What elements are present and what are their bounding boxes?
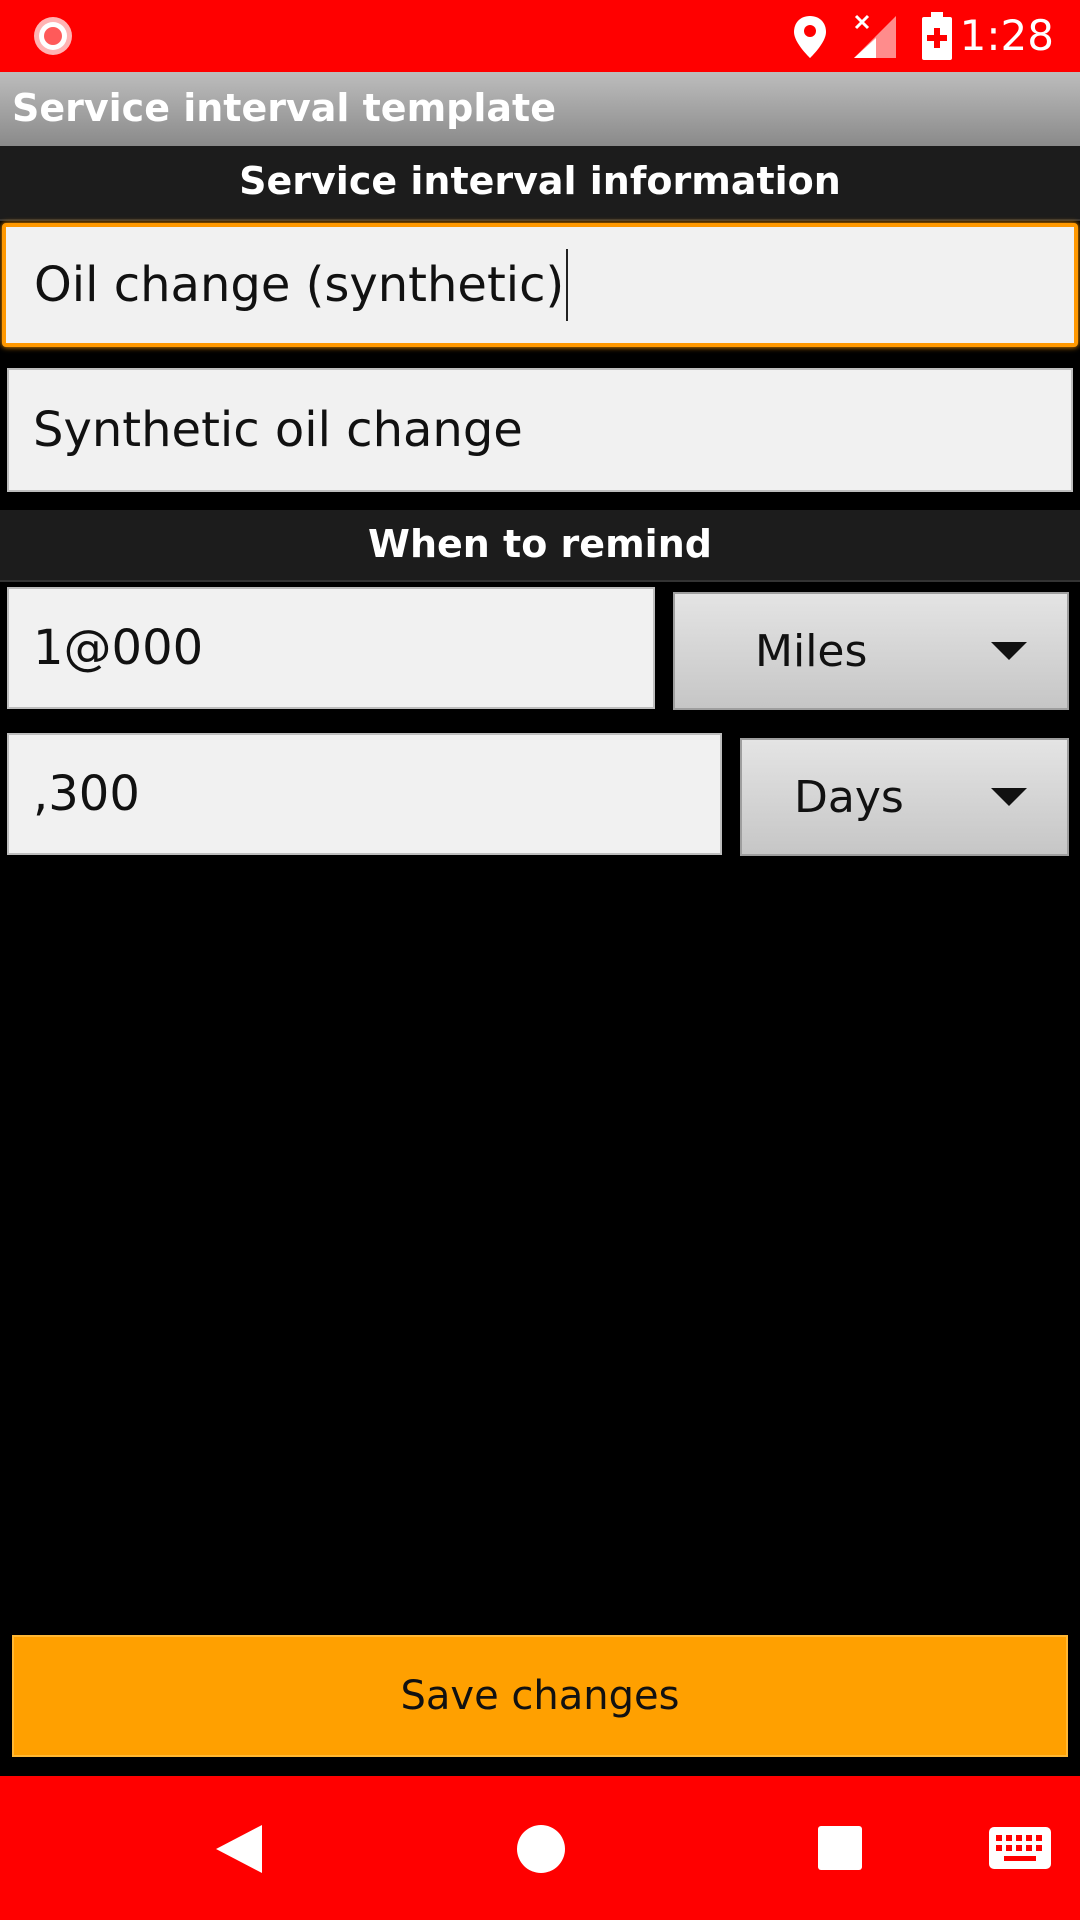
status-time: 1:28 xyxy=(959,11,1054,60)
page-title: Service interval template xyxy=(12,86,556,130)
app-title-bar: Service interval template xyxy=(0,72,1080,146)
distance-interval-value: 1@000 xyxy=(33,620,204,676)
distance-interval-input[interactable]: 1@000 xyxy=(7,587,655,709)
home-icon[interactable] xyxy=(517,1825,565,1873)
time-unit-label: Days xyxy=(794,771,904,823)
keyboard-icon[interactable] xyxy=(989,1827,1051,1869)
info-section-header: Service interval information xyxy=(0,146,1080,221)
status-bar: 1:28 xyxy=(0,0,1080,72)
battery-charging-icon xyxy=(922,12,952,60)
remind-section-title: When to remind xyxy=(368,522,712,566)
time-interval-input[interactable]: ,300 xyxy=(7,733,722,855)
chevron-down-icon xyxy=(991,642,1027,660)
save-changes-button[interactable]: Save changes xyxy=(12,1635,1068,1757)
location-icon xyxy=(794,16,826,58)
remind-section-header: When to remind xyxy=(0,510,1080,582)
signal-icon xyxy=(854,14,896,58)
text-cursor xyxy=(566,249,569,321)
record-icon xyxy=(34,17,72,55)
distance-unit-dropdown[interactable]: Miles xyxy=(673,592,1069,710)
service-name-value: Oil change (synthetic) xyxy=(34,257,565,313)
recents-icon[interactable] xyxy=(818,1826,862,1870)
distance-unit-label: Miles xyxy=(755,625,868,677)
back-icon[interactable] xyxy=(214,1823,264,1875)
save-changes-label: Save changes xyxy=(400,1673,680,1719)
time-interval-value: ,300 xyxy=(33,766,140,822)
info-section-title: Service interval information xyxy=(239,159,841,203)
service-description-value: Synthetic oil change xyxy=(33,402,523,458)
time-unit-dropdown[interactable]: Days xyxy=(740,738,1069,856)
service-description-input[interactable]: Synthetic oil change xyxy=(7,368,1073,492)
service-name-input[interactable]: Oil change (synthetic) xyxy=(2,223,1078,347)
chevron-down-icon xyxy=(991,788,1027,806)
